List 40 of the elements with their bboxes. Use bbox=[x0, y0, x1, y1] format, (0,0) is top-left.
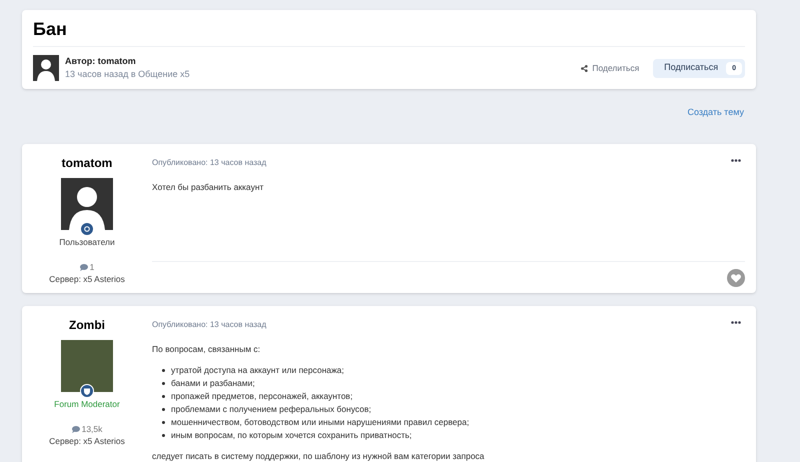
list-item-text: утратой доступа на аккаунт или персонажа; bbox=[171, 364, 344, 377]
share-link[interactable]: Поделиться bbox=[581, 62, 640, 74]
post-text: следует писать в систему поддержки, по шаблону из нужной вам категории запроса bbox=[152, 451, 486, 462]
user-badge-icon bbox=[80, 222, 94, 236]
post-text: Хотел бы разбанить аккаунт bbox=[152, 182, 265, 193]
list-item-text: проблемами с получением реферальных бонусов; bbox=[171, 403, 372, 416]
post-author-name[interactable]: Zombi bbox=[69, 318, 105, 332]
bullet-icon bbox=[162, 369, 165, 372]
topic-title: Бан bbox=[33, 18, 68, 40]
list-item-text: пропажей предметов, персонажей, аккаунтов; bbox=[171, 390, 353, 403]
list-item-text: банами и разбанами; bbox=[171, 377, 255, 390]
post-count: 1 bbox=[90, 262, 94, 273]
speech-bubble-icon bbox=[72, 426, 80, 433]
post-date: Опубликовано: 13 часов назад bbox=[152, 320, 266, 330]
user-group-label: Пользователи bbox=[59, 237, 115, 248]
bullet-icon bbox=[162, 421, 165, 424]
speech-bubble-icon bbox=[80, 264, 88, 271]
more-options-icon[interactable] bbox=[731, 321, 741, 324]
avatar-silhouette-icon bbox=[61, 178, 113, 230]
topic-meta: 13 часов назад в Общение x5 bbox=[65, 68, 190, 81]
photo-placeholder bbox=[61, 340, 113, 392]
avatar-silhouette-icon bbox=[33, 55, 59, 81]
bullet-icon bbox=[162, 395, 165, 398]
list-item-text: иным вопросам, по которым хочется сохранить приватность; bbox=[171, 429, 412, 442]
server-label: Сервер: x5 Asterios bbox=[49, 436, 125, 447]
bullet-icon bbox=[162, 382, 165, 385]
user-group-label: Forum Moderator bbox=[54, 399, 120, 410]
server-label: Сервер: x5 Asterios bbox=[49, 274, 125, 285]
share-icon bbox=[581, 64, 588, 72]
post-text: По вопросам, связанным с: bbox=[152, 344, 262, 355]
shield-badge-icon bbox=[80, 384, 94, 398]
topic-author: Автор: tomatom bbox=[65, 55, 137, 68]
more-options-icon[interactable] bbox=[731, 159, 741, 162]
post-date: Опубликовано: 13 часов назад bbox=[152, 158, 266, 168]
bullet-icon bbox=[162, 434, 165, 437]
create-topic-link[interactable]: Создать тему bbox=[687, 106, 744, 118]
post-count: 13,5k bbox=[82, 424, 102, 435]
bullet-icon bbox=[162, 408, 165, 411]
post-author-name[interactable]: tomatom bbox=[62, 156, 112, 170]
list-item-text: мошенничеством, ботоводством или иными нарушениями правил сервера; bbox=[171, 416, 470, 429]
